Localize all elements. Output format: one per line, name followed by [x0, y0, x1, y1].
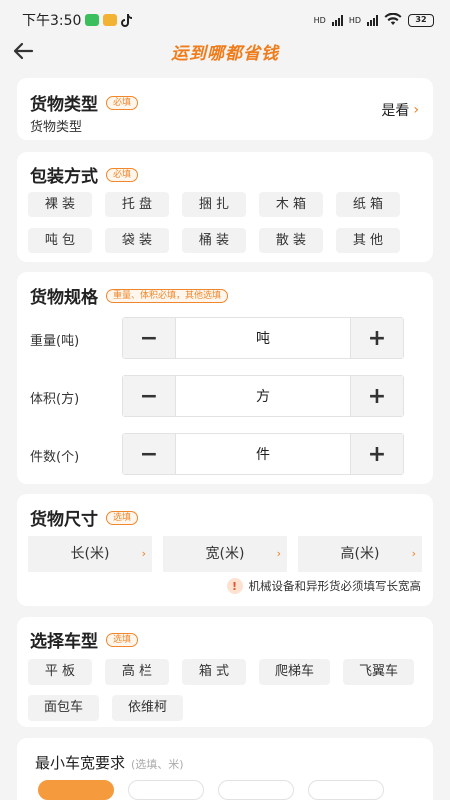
dimensions-fields: 长(米) › 宽(米) › 高(米) › [28, 536, 422, 572]
cargo-type-select[interactable]: 是看 › [381, 100, 419, 120]
specs-title-row: 货物规格 重量、体积必填，其他选填 [30, 283, 229, 308]
width-field[interactable]: 宽(米) › [163, 536, 287, 572]
cargo-type-title-row: 货物类型 必填 [30, 90, 139, 115]
dimensions-title: 货物尺寸 [30, 510, 98, 530]
packaging-option[interactable]: 托 盘 [105, 192, 169, 217]
min-width-title-row: 最小车宽要求 (选填、米) [35, 752, 184, 773]
count-plus-button[interactable]: + [351, 434, 403, 474]
status-right: HD HD 32 [313, 12, 434, 28]
weight-stepper: − 吨 + [122, 317, 404, 359]
vehicle-option[interactable]: 面包车 [28, 695, 99, 721]
min-width-option[interactable] [308, 780, 384, 800]
wechat-notification-icon [85, 14, 100, 26]
status-bar: 下午3:50 HD HD 32 [0, 0, 450, 40]
dimensions-notice-text: 机械设备和异形货必须填写长宽高 [248, 579, 422, 593]
height-field[interactable]: 高(米) › [298, 536, 422, 572]
packaging-title-row: 包装方式 必填 [30, 162, 139, 187]
volume-stepper: − 方 + [122, 375, 404, 417]
vehicle-option[interactable]: 高 栏 [105, 659, 169, 685]
weight-minus-button[interactable]: − [123, 318, 175, 358]
battery-icon: 32 [408, 13, 434, 27]
length-field[interactable]: 长(米) › [28, 536, 152, 572]
packaging-option[interactable]: 桶 装 [182, 228, 246, 253]
specs-title: 货物规格 [30, 288, 98, 308]
count-stepper: − 件 + [122, 433, 404, 475]
volume-row: 体积(方) − 方 + [17, 375, 433, 417]
count-minus-button[interactable]: − [123, 434, 175, 474]
packaging-card: 包装方式 必填 裸 装 托 盘 捆 扎 木 箱 纸 箱 吨 包 袋 装 桶 装 … [17, 152, 433, 262]
vehicle-title: 选择车型 [30, 632, 98, 652]
packaging-title: 包装方式 [30, 167, 98, 187]
signal-hd-label-2: HD [348, 15, 361, 25]
count-row: 件数(个) − 件 + [17, 433, 433, 475]
back-arrow-icon[interactable] [10, 38, 36, 64]
vehicle-option[interactable]: 箱 式 [182, 659, 246, 685]
count-label: 件数(个) [30, 450, 80, 465]
weight-input[interactable]: 吨 [175, 318, 351, 358]
height-label: 高(米) [340, 546, 380, 562]
weight-row: 重量(吨) − 吨 + [17, 317, 433, 359]
chevron-right-icon: › [141, 547, 146, 560]
volume-label: 体积(方) [30, 392, 80, 407]
packaging-option[interactable]: 其 他 [336, 228, 400, 253]
chevron-right-icon: › [276, 547, 281, 560]
dimensions-card: 货物尺寸 选填 长(米) › 宽(米) › 高(米) › ! 机械设备和异形货必… [17, 494, 433, 606]
signal-icon-2 [367, 14, 378, 26]
required-tag: 必填 [106, 95, 139, 110]
cargo-type-action: 是看 [381, 103, 410, 119]
vehicle-option[interactable]: 爬梯车 [259, 659, 330, 685]
min-width-option[interactable] [218, 780, 294, 800]
min-width-hint: (选填、米) [131, 758, 184, 771]
chevron-right-icon: › [411, 547, 416, 560]
vehicle-option[interactable]: 飞翼车 [343, 659, 414, 685]
min-width-option[interactable] [38, 780, 114, 800]
nav-bar: 运到哪都省钱 [0, 38, 450, 64]
volume-minus-button[interactable]: − [123, 376, 175, 416]
packaging-option[interactable]: 散 装 [259, 228, 323, 253]
min-width-title: 最小车宽要求 [35, 754, 126, 772]
required-tag: 必填 [106, 167, 139, 182]
exclamation-icon: ! [226, 578, 243, 594]
length-label: 长(米) [70, 546, 110, 562]
status-time: 下午3:50 [22, 13, 82, 29]
vehicle-option[interactable]: 平 板 [28, 659, 92, 685]
weight-plus-button[interactable]: + [351, 318, 403, 358]
dimensions-title-row: 货物尺寸 选填 [30, 505, 139, 530]
packaging-option[interactable]: 吨 包 [28, 228, 92, 253]
packaging-option[interactable]: 木 箱 [259, 192, 323, 217]
volume-input[interactable]: 方 [175, 376, 351, 416]
volume-plus-button[interactable]: + [351, 376, 403, 416]
vehicle-title-row: 选择车型 选填 [30, 627, 139, 652]
packaging-option[interactable]: 裸 装 [28, 192, 92, 217]
chevron-right-icon: › [413, 102, 419, 118]
signal-icon [331, 14, 343, 26]
wifi-icon [384, 12, 402, 28]
optional-tag: 选填 [106, 632, 139, 647]
specs-card: 货物规格 重量、体积必填，其他选填 重量(吨) − 吨 + 体积(方) − 方 … [17, 272, 433, 484]
min-width-options [38, 780, 384, 800]
vehicle-option[interactable]: 依维柯 [112, 695, 183, 721]
width-label: 宽(米) [205, 546, 245, 562]
message-notification-icon [103, 14, 118, 26]
packaging-option[interactable]: 袋 装 [105, 228, 169, 253]
cargo-type-value: 货物类型 [30, 120, 83, 135]
tiktok-notification-icon [121, 13, 133, 27]
specs-hint-tag: 重量、体积必填，其他选填 [106, 288, 229, 303]
brand-slogan: 运到哪都省钱 [171, 43, 279, 64]
signal-hd-label-1: HD [313, 15, 326, 25]
weight-label: 重量(吨) [30, 334, 80, 349]
min-width-option[interactable] [128, 780, 204, 800]
packaging-option[interactable]: 捆 扎 [182, 192, 246, 217]
dimensions-notice: ! 机械设备和异形货必须填写长宽高 [226, 578, 422, 594]
packaging-options: 裸 装 托 盘 捆 扎 木 箱 纸 箱 吨 包 袋 装 桶 装 散 装 其 他 [28, 192, 400, 253]
count-input[interactable]: 件 [175, 434, 351, 474]
status-left: 下午3:50 [22, 10, 133, 30]
vehicle-card: 选择车型 选填 平 板 高 栏 箱 式 爬梯车 飞翼车 面包车 依维柯 [17, 617, 433, 727]
packaging-option[interactable]: 纸 箱 [336, 192, 400, 217]
min-width-card: 最小车宽要求 (选填、米) [17, 738, 433, 800]
cargo-type-card[interactable]: 货物类型 必填 货物类型 是看 › [17, 78, 433, 140]
cargo-type-title: 货物类型 [30, 95, 98, 115]
optional-tag: 选填 [106, 510, 139, 525]
